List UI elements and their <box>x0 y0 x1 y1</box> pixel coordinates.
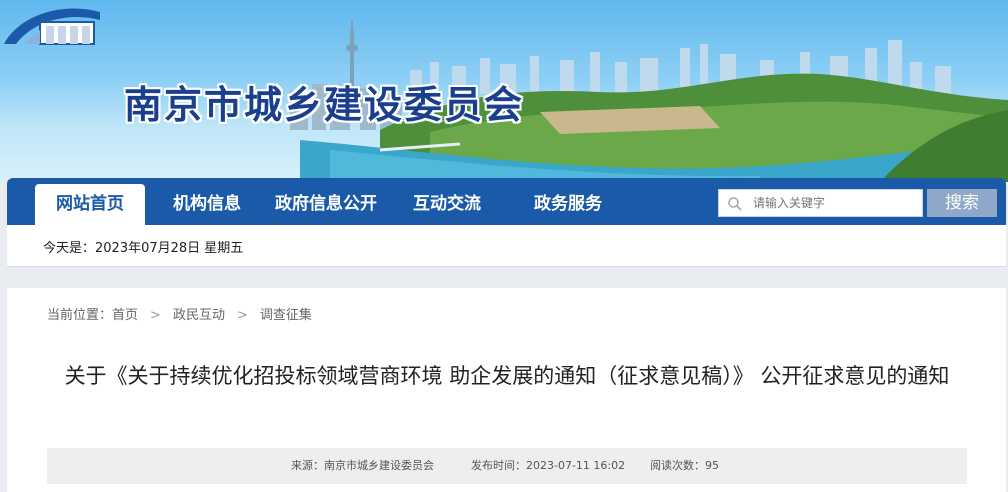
nav-item-services[interactable]: 政务服务 <box>534 184 602 225</box>
breadcrumb-separator: > <box>236 308 248 323</box>
breadcrumb: 当前位置：首页 > 政民互动 > 调查征集 <box>47 304 312 323</box>
nav-item-gov-info[interactable]: 政府信息公开 <box>275 184 377 225</box>
article-reads: 阅读次数：95 <box>650 459 719 472</box>
nav-item-home[interactable]: 网站首页 <box>35 184 145 225</box>
nav-item-interaction[interactable]: 互动交流 <box>413 184 481 225</box>
current-date: 今天是：2023年07月28日 星期五 <box>43 241 244 256</box>
breadcrumb-prefix: 当前位置： <box>47 308 113 323</box>
article-panel: 当前位置：首页 > 政民互动 > 调查征集 关于《关于持续优化招投标领域营商环境 助企发… <box>7 288 1006 492</box>
breadcrumb-home[interactable]: 首页 <box>112 308 138 323</box>
search-input[interactable] <box>753 193 918 213</box>
breadcrumb-separator: > <box>150 308 161 323</box>
breadcrumb-interaction[interactable]: 政民互动 <box>173 308 225 323</box>
date-bar: 今天是：2023年07月28日 星期五 <box>7 225 1006 267</box>
article-title: 关于《关于持续优化招投标领域营商环境 助企发展的通知（征求意见稿）》 公开征求意… <box>64 364 950 388</box>
search-box <box>718 189 923 217</box>
breadcrumb-survey[interactable]: 调查征集 <box>260 308 312 323</box>
article-published: 发布时间：2023-07-11 16:02 <box>471 459 626 472</box>
main-nav: 网站首页 机构信息 政府信息公开 互动交流 政务服务 搜索 <box>7 178 1006 225</box>
nav-item-organization[interactable]: 机构信息 <box>173 184 241 225</box>
search-icon <box>728 197 742 211</box>
article-source: 来源：南京市城乡建设委员会 <box>291 459 434 472</box>
logo-icon <box>4 8 100 45</box>
site-title: 南京市城乡建设委员会 <box>124 83 525 127</box>
search-button[interactable]: 搜索 <box>927 189 997 217</box>
header-banner: 南京市城乡建设委员会 <box>0 0 1008 182</box>
article-meta: 来源：南京市城乡建设委员会 发布时间：2023-07-11 16:02 阅读次数… <box>47 448 967 484</box>
